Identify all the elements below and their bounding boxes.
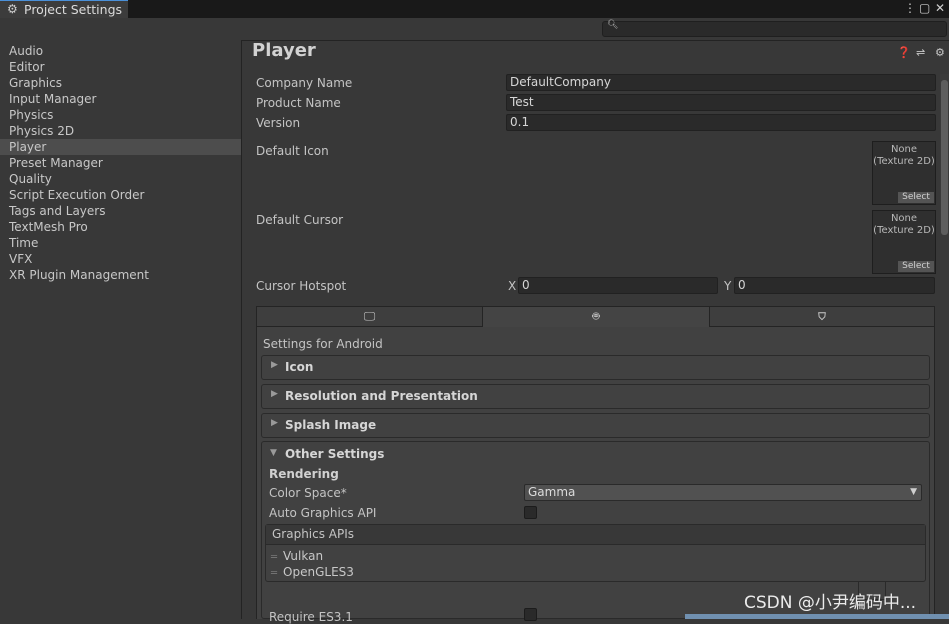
texture-none-label: None (Texture 2D) — [873, 144, 935, 167]
hotspot-x-label: X — [508, 279, 517, 293]
search-icon: 🔍︎ — [607, 20, 619, 30]
sidebar-item-physics-2d[interactable]: Physics 2D — [0, 123, 241, 139]
sidebar-item-editor[interactable]: Editor — [0, 59, 241, 75]
sidebar-item-physics[interactable]: Physics — [0, 107, 241, 123]
foldout-title: Resolution and Presentation — [285, 389, 478, 403]
hotspot-y-label: Y — [724, 279, 732, 293]
sidebar-item-graphics[interactable]: Graphics — [0, 75, 241, 91]
html5-icon: ⛉ — [818, 312, 826, 323]
company-name-label: Company Name — [256, 76, 353, 90]
sidebar-item-xr-plugin-management[interactable]: XR Plugin Management — [0, 267, 241, 283]
sidebar-item-textmesh-pro[interactable]: TextMesh Pro — [0, 219, 241, 235]
title-bar — [0, 0, 949, 18]
hotspot-y-field[interactable]: 0 — [734, 277, 935, 294]
default-icon-label: Default Icon — [256, 144, 329, 158]
drag-handle-icon[interactable]: ═ — [271, 552, 277, 563]
company-name-field[interactable]: DefaultCompany — [506, 74, 936, 91]
scrollbar-thumb[interactable] — [941, 80, 948, 235]
graphics-apis-label: Graphics APIs — [272, 527, 355, 541]
tab-android[interactable]: 🤖︎ — [482, 306, 710, 327]
api-name: OpenGLES3 — [283, 565, 354, 579]
presets-icon[interactable]: ⇌ — [916, 46, 925, 59]
sidebar-item-player[interactable]: Player — [0, 139, 241, 155]
list-item[interactable]: ═ OpenGLES3 — [271, 565, 354, 579]
help-icon[interactable]: ❓ — [897, 46, 911, 59]
status-strip — [685, 614, 949, 619]
tab-standalone[interactable]: 🖵 — [256, 306, 483, 327]
list-item[interactable]: ═ Vulkan — [271, 549, 323, 563]
page-title: Player — [252, 40, 316, 61]
chevron-down-icon: ▼ — [910, 487, 917, 497]
texture-none-label: None (Texture 2D) — [873, 213, 935, 236]
sidebar-item-preset-manager[interactable]: Preset Manager — [0, 155, 241, 171]
tab-title: Project Settings — [24, 2, 123, 17]
auto-graphics-api-label: Auto Graphics API — [269, 506, 377, 520]
product-name-field[interactable]: Test — [506, 94, 936, 111]
version-field[interactable]: 0.1 — [506, 114, 936, 131]
foldout-title: Icon — [285, 360, 314, 374]
gear-icon: ⚙ — [7, 2, 18, 16]
cursor-hotspot-label: Cursor Hotspot — [256, 279, 347, 293]
hotspot-x-field[interactable]: 0 — [518, 277, 718, 294]
sidebar-item-time[interactable]: Time — [0, 235, 241, 251]
graphics-apis-header — [266, 525, 925, 545]
monitor-icon: 🖵 — [363, 309, 376, 323]
settings-for-label: Settings for Android — [263, 337, 383, 351]
settings-icon[interactable]: ⚙ — [935, 46, 945, 59]
search-input[interactable]: 🔍︎ — [602, 20, 947, 37]
texture-select-button[interactable]: Select — [898, 261, 934, 272]
foldout-splash-image[interactable]: ▶ Splash Image — [261, 413, 930, 438]
foldout-resolution-and-presentation[interactable]: ▶ Resolution and Presentation — [261, 384, 930, 409]
sidebar-item-input-manager[interactable]: Input Manager — [0, 91, 241, 107]
require-es31-label: Require ES3.1 — [269, 610, 353, 624]
rendering-heading: Rendering — [269, 467, 339, 481]
watermark: CSDN @小尹编码中... — [744, 593, 917, 613]
product-name-label: Product Name — [256, 96, 341, 110]
drag-handle-icon[interactable]: ═ — [271, 568, 277, 579]
other-settings-header[interactable]: Other Settings — [285, 447, 384, 461]
maximize-icon[interactable]: ▢ — [919, 0, 930, 16]
color-space-label: Color Space* — [269, 486, 347, 500]
chevron-right-icon: ▶ — [271, 389, 278, 399]
api-name: Vulkan — [283, 549, 324, 563]
chevron-down-icon[interactable]: ▼ — [270, 448, 277, 458]
sidebar-item-audio[interactable]: Audio — [0, 43, 241, 59]
version-label: Version — [256, 116, 301, 130]
default-cursor-texture-field[interactable]: None (Texture 2D) Select — [872, 210, 936, 274]
default-icon-texture-field[interactable]: None (Texture 2D) Select — [872, 141, 936, 205]
auto-graphics-api-checkbox[interactable] — [524, 506, 537, 519]
require-es31-checkbox[interactable] — [524, 608, 537, 621]
sidebar-item-vfx[interactable]: VFX — [0, 251, 241, 267]
chevron-right-icon: ▶ — [271, 418, 278, 428]
close-icon[interactable]: ✕ — [935, 0, 945, 16]
sidebar-item-tags-and-layers[interactable]: Tags and Layers — [0, 203, 241, 219]
color-space-dropdown[interactable]: Gamma ▼ — [524, 484, 922, 501]
sidebar-item-script-execution-order[interactable]: Script Execution Order — [0, 187, 241, 203]
more-menu-icon[interactable]: ⋮ — [904, 0, 916, 16]
tab-webgl[interactable]: ⛉ — [709, 306, 935, 327]
chevron-right-icon: ▶ — [271, 360, 278, 370]
sidebar: Audio Editor Graphics Input Manager Phys… — [0, 40, 242, 619]
android-icon: 🤖︎ — [592, 309, 600, 323]
texture-select-button[interactable]: Select — [898, 192, 934, 203]
sidebar-item-quality[interactable]: Quality — [0, 171, 241, 187]
project-settings-tab[interactable]: ⚙ Project Settings — [0, 0, 128, 19]
foldout-icon[interactable]: ▶ Icon — [261, 355, 930, 380]
default-cursor-label: Default Cursor — [256, 213, 344, 227]
color-space-value: Gamma — [528, 485, 576, 499]
foldout-title: Splash Image — [285, 418, 377, 432]
